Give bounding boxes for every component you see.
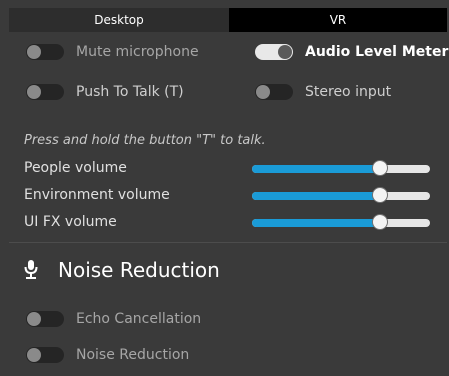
stereo-input-label: Stereo input bbox=[305, 84, 392, 100]
environment-volume-slider[interactable] bbox=[252, 187, 430, 203]
echo-cancellation-row: Echo Cancellation bbox=[26, 311, 201, 327]
push-to-talk-toggle[interactable] bbox=[26, 84, 64, 100]
mute-microphone-label: Mute microphone bbox=[76, 44, 199, 60]
toggle-knob bbox=[278, 45, 292, 59]
tab-bar: Desktop VR bbox=[9, 8, 447, 32]
noise-reduction-label: Noise Reduction bbox=[76, 347, 190, 363]
slider-fill bbox=[252, 192, 380, 200]
section-divider bbox=[9, 242, 447, 243]
audio-level-meter-toggle[interactable] bbox=[255, 44, 293, 60]
slider-thumb[interactable] bbox=[372, 214, 388, 230]
noise-reduction-title: Noise Reduction bbox=[58, 258, 220, 282]
toggle-knob bbox=[27, 312, 41, 326]
noise-reduction-row: Noise Reduction bbox=[26, 347, 189, 363]
push-to-talk-hint: Press and hold the button "T" to talk. bbox=[24, 133, 266, 148]
microphone-icon bbox=[24, 260, 38, 279]
tab-vr[interactable]: VR bbox=[229, 8, 447, 32]
noise-reduction-heading: Noise Reduction bbox=[24, 258, 220, 282]
echo-cancellation-toggle[interactable] bbox=[26, 311, 64, 327]
mute-microphone-row: Mute microphone bbox=[26, 44, 199, 60]
echo-cancellation-label: Echo Cancellation bbox=[76, 311, 202, 327]
mute-microphone-toggle[interactable] bbox=[26, 44, 64, 60]
people-volume-label: People volume bbox=[24, 160, 127, 176]
noise-reduction-toggle[interactable] bbox=[26, 347, 64, 363]
slider-thumb[interactable] bbox=[372, 160, 388, 176]
audio-level-meter-label: Audio Level Meter bbox=[305, 44, 449, 60]
audio-level-meter-row: Audio Level Meter bbox=[255, 44, 448, 60]
stereo-input-row: Stereo input bbox=[255, 84, 391, 100]
tab-desktop[interactable]: Desktop bbox=[9, 8, 229, 32]
stereo-input-toggle[interactable] bbox=[255, 84, 293, 100]
toggle-knob bbox=[27, 45, 41, 59]
slider-thumb[interactable] bbox=[372, 187, 388, 203]
slider-fill bbox=[252, 165, 380, 173]
ui-fx-volume-label: UI FX volume bbox=[24, 214, 117, 230]
environment-volume-label: Environment volume bbox=[24, 187, 170, 203]
ui-fx-volume-slider[interactable] bbox=[252, 214, 430, 230]
slider-fill bbox=[252, 219, 380, 227]
toggle-knob bbox=[27, 85, 41, 99]
push-to-talk-row: Push To Talk (T) bbox=[26, 84, 184, 100]
people-volume-slider[interactable] bbox=[252, 160, 430, 176]
push-to-talk-label: Push To Talk (T) bbox=[76, 84, 184, 100]
toggle-knob bbox=[256, 85, 270, 99]
toggle-knob bbox=[27, 348, 41, 362]
